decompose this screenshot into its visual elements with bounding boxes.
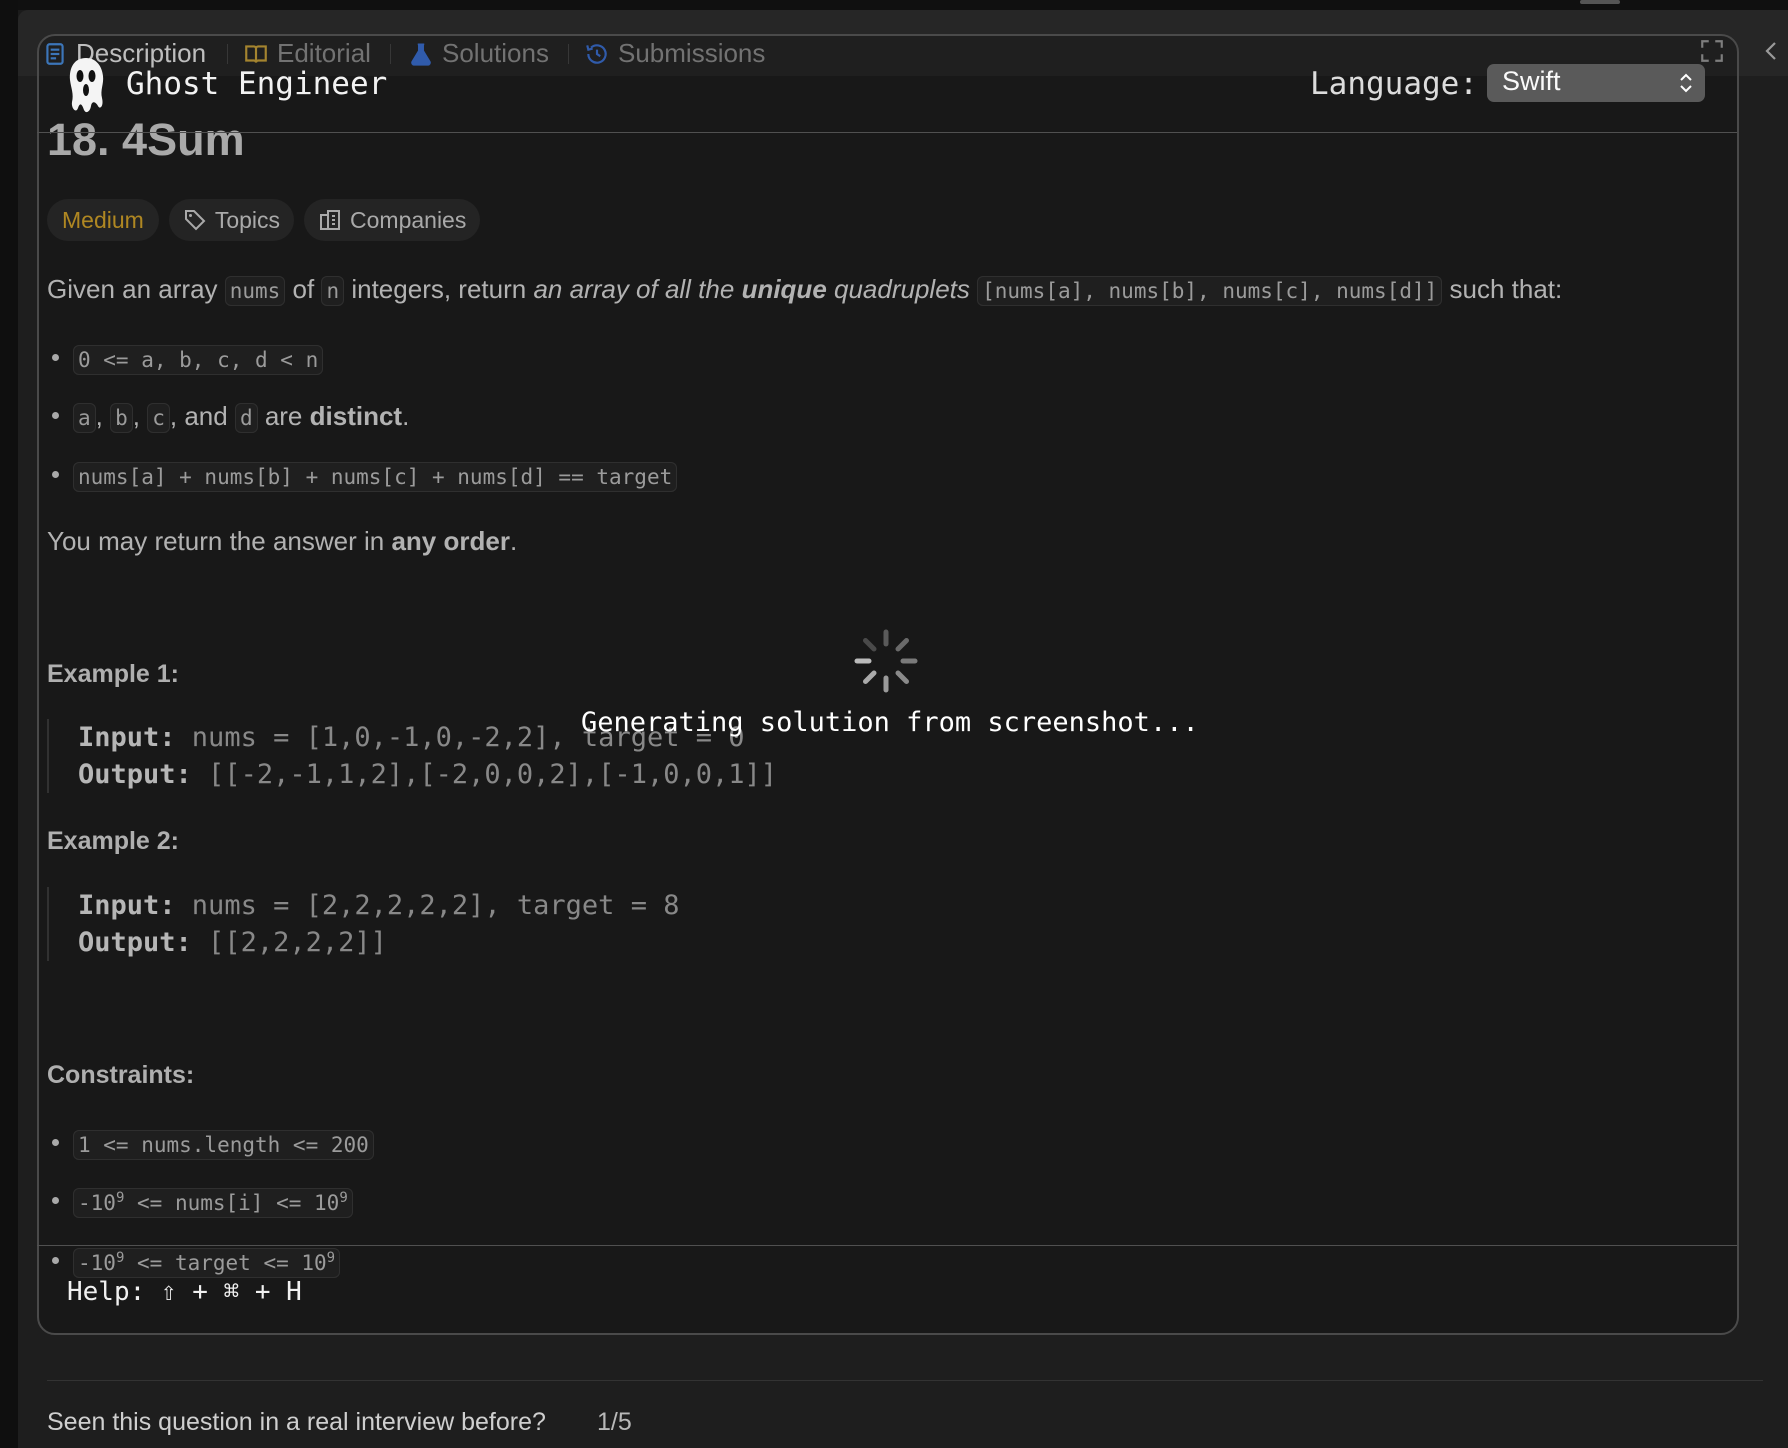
bottom-divider — [47, 1380, 1763, 1381]
language-value: Swift — [1502, 66, 1561, 96]
overlay-header-divider — [37, 132, 1737, 133]
help-shortcut: Help: ⇧ + ⌘ + H — [67, 1277, 302, 1307]
overlay-footer-divider — [37, 1245, 1737, 1246]
interview-question: Seen this question in a real interview b… — [47, 1408, 546, 1436]
status-text: Generating solution from screenshot... — [581, 707, 1199, 738]
app-title: Ghost Engineer — [126, 66, 388, 102]
loading-spinner-icon — [854, 629, 918, 693]
language-label: Language: — [1310, 66, 1478, 102]
collapse-icon[interactable] — [1761, 38, 1781, 69]
left-edge — [0, 0, 18, 1448]
ghost-logo-icon — [69, 58, 104, 113]
resize-handle[interactable] — [1580, 0, 1620, 4]
select-chevron-icon — [1680, 73, 1692, 93]
top-bar — [18, 0, 1788, 10]
language-select[interactable]: Swift — [1487, 64, 1705, 102]
interview-count: 1/5 — [597, 1408, 632, 1436]
